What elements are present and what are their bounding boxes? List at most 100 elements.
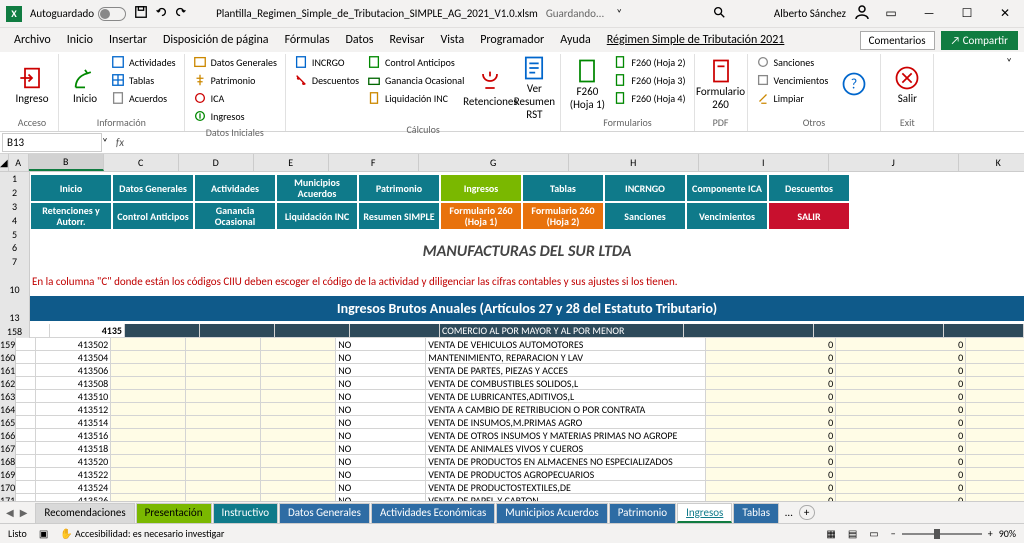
row-header[interactable]: 10 [0,283,30,297]
nav-incrngo[interactable]: INCRNGO [605,175,685,201]
worksheet-grid[interactable]: 12345671013 InicioDatos GeneralesActivid… [0,172,1024,501]
menu-insertar[interactable]: Insertar [101,30,155,50]
row-header[interactable]: 158 [0,324,30,338]
row-header[interactable]: 1 [0,172,30,186]
cell-input[interactable] [261,416,336,429]
row-header[interactable]: 170 [0,481,16,494]
cell-input[interactable] [261,442,336,455]
nav-descuentos[interactable]: Descuentos [769,175,849,201]
col-header-C[interactable]: C [104,154,179,171]
col-header-I[interactable]: I [699,154,829,171]
cell-no[interactable]: NO [336,338,426,351]
actividades-button[interactable]: Actividades [109,54,178,70]
cell-no[interactable]: NO [336,442,426,455]
cell-input[interactable] [186,455,261,468]
ganancia-button[interactable]: Ganancia Ocasional [365,72,466,88]
cell-input[interactable] [111,377,186,390]
cell-code[interactable]: 413522 [36,468,111,481]
incrngo-button[interactable]: INCRGO [292,54,361,70]
sheet-tab-actividades-económicas[interactable]: Actividades Económicas [371,503,495,523]
menu-archivo[interactable]: Archivo [6,30,59,50]
cell-desc[interactable]: VENTA DE PRODUCTOSTEXTILES,DE [426,481,706,494]
cell-input[interactable] [186,364,261,377]
cell-desc[interactable]: MANTENIMIENTO, REPARACION Y LAV [426,351,706,364]
cell-value[interactable]: 0 [966,442,1024,455]
cell-value[interactable]: 0 [836,468,966,481]
chevron-down-icon[interactable]: ˅ [616,7,622,20]
nav-patrimonio[interactable]: Patrimonio [359,175,439,201]
nav-ingresos[interactable]: Ingresos [441,175,521,201]
cell-value[interactable]: 0 [836,338,966,351]
cell-desc[interactable]: VENTA DE COMBUSTIBLES SOLIDOS,L [426,377,706,390]
view-layout-icon[interactable]: ▤ [848,527,857,540]
sheet-tab-datos-generales[interactable]: Datos Generales [279,503,370,523]
accessibility-status[interactable]: ✋ Accesibilidad: es necesario investigar [60,527,224,540]
col-header-K[interactable]: K [959,154,1024,171]
row-header[interactable]: 168 [0,455,16,468]
cell-code[interactable]: 413520 [36,455,111,468]
cell-no[interactable]: NO [336,429,426,442]
f260-h4-button[interactable]: F260 (Hoja 4) [611,90,687,106]
cell-desc[interactable]: VENTA DE PAPEL Y CARTON [426,494,706,501]
user-name[interactable]: Alberto Sánchez [774,7,846,20]
search-icon[interactable] [712,5,726,22]
sheet-tab-instructivo[interactable]: Instructivo [213,503,278,523]
cell-code[interactable]: 413514 [36,416,111,429]
nav-tablas[interactable]: Tablas [523,175,603,201]
cell-input[interactable] [186,377,261,390]
tab-more-icon[interactable]: … [785,506,793,519]
salir-button[interactable]: Salir [887,54,927,114]
nav-formulario-260-hoja-1-[interactable]: Formulario 260 (Hoja 1) [441,203,521,229]
cell-input[interactable] [111,442,186,455]
acuerdos-button[interactable]: Acuerdos [109,90,178,106]
cell-input[interactable] [261,455,336,468]
control-anticipos-button[interactable]: Control Anticipos [365,54,466,70]
row-header[interactable]: 171 [0,494,16,501]
sheet-tab-patrimonio[interactable]: Patrimonio [609,503,676,523]
cell-value[interactable]: 0 [706,455,836,468]
cell-value[interactable]: 0 [966,338,1024,351]
cell-no[interactable]: NO [336,455,426,468]
row-header[interactable]: 167 [0,442,16,455]
patrimonio-button[interactable]: Patrimonio [191,72,279,88]
limpiar-button[interactable]: Limpiar [754,90,831,106]
cell-input[interactable] [261,494,336,501]
cell-code[interactable]: 413510 [36,390,111,403]
cell-value[interactable]: 0 [706,481,836,494]
menu-revisar[interactable]: Revisar [381,30,432,50]
cell-input[interactable] [186,481,261,494]
tab-nav-prev-icon[interactable]: ◀ [4,506,16,519]
row-header[interactable]: 164 [0,403,16,416]
row-header[interactable]: 169 [0,468,16,481]
cell-value[interactable]: 0 [966,351,1024,364]
cell-code[interactable]: 413516 [36,429,111,442]
cell-no[interactable]: NO [336,377,426,390]
fx-icon[interactable]: fx [108,136,132,149]
nav-control-anticipos[interactable]: Control Anticipos [113,203,193,229]
nav-actividades[interactable]: Actividades [195,175,275,201]
col-header-J[interactable]: J [829,154,959,171]
cell-value[interactable]: 0 [836,455,966,468]
col-header-B[interactable]: B [29,154,104,171]
share-button[interactable]: ↗ Compartir [941,31,1019,50]
menu-inicio[interactable]: Inicio [59,30,101,50]
vencimientos-button[interactable]: Vencimientos [754,72,831,88]
row-header[interactable]: 4 [0,213,30,227]
cell-input[interactable] [261,403,336,416]
cell-value[interactable]: 0 [966,494,1024,501]
maximize-icon[interactable]: ☐ [954,6,980,21]
nav-municipios-acuerdos[interactable]: Municipios Acuerdos [277,175,357,201]
nav-componente-ica[interactable]: Componente ICA [687,175,767,201]
row-header[interactable] [0,269,30,283]
menu-régimen-simple-de-tributación-2021[interactable]: Régimen Simple de Tributación 2021 [599,30,793,50]
sheet-tab-presentación[interactable]: Presentación [136,503,212,523]
row-header[interactable]: 3 [0,200,30,214]
cell-input[interactable] [186,403,261,416]
cell-value[interactable]: 0 [836,351,966,364]
row-header[interactable]: 161 [0,364,16,377]
cell-code[interactable]: 413518 [36,442,111,455]
row-header[interactable]: 6 [0,241,30,255]
cell-value[interactable]: 0 [836,416,966,429]
row-header[interactable]: 165 [0,416,16,429]
row-header[interactable]: 5 [0,227,30,241]
